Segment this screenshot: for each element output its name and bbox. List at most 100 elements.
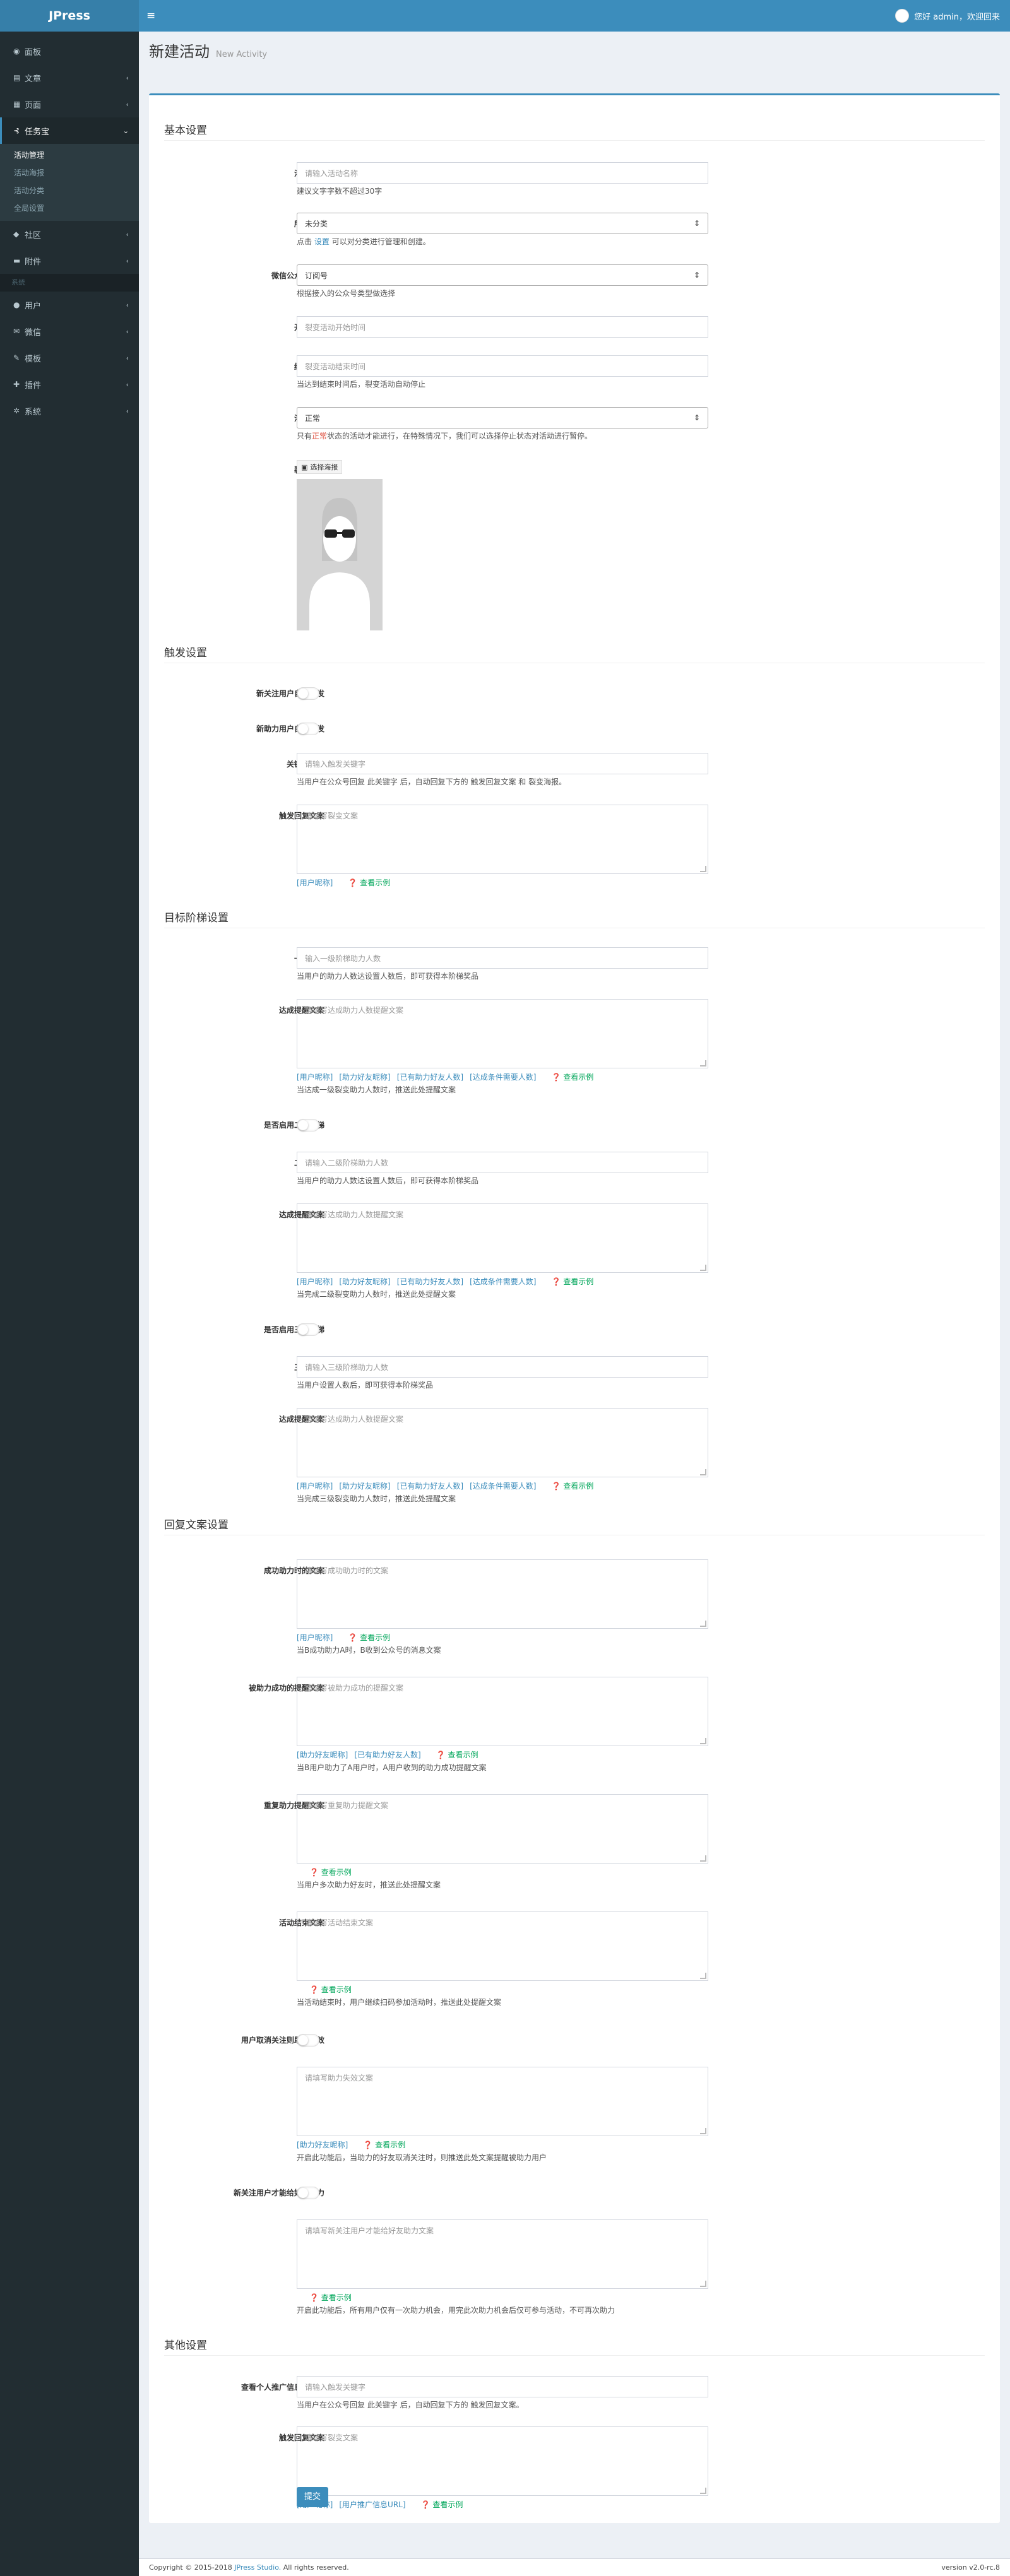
view-example-link[interactable]: ❓ 查看示例 bbox=[309, 1985, 352, 1995]
unfollow-invalid-textarea[interactable]: 请填写助力失效文案 bbox=[297, 2067, 708, 2136]
view-example-link[interactable]: ❓ 查看示例 bbox=[309, 1867, 352, 1877]
enable-level2-toggle[interactable] bbox=[297, 1119, 319, 1131]
view-example-link[interactable]: ❓ 查看示例 bbox=[421, 2500, 463, 2510]
view-example-link[interactable]: ❓ 查看示例 bbox=[436, 1750, 478, 1760]
start-time-input[interactable]: 裂变活动开始时间 bbox=[297, 316, 708, 338]
sidebar-item-wechat[interactable]: ✉ 微信 ‹ bbox=[0, 318, 139, 345]
tag-helper-count[interactable]: [已有助力好友人数] bbox=[354, 1750, 420, 1760]
new-follow-only-toggle[interactable] bbox=[297, 2187, 319, 2199]
view-example-link[interactable]: ❓ 查看示例 bbox=[363, 2140, 405, 2150]
tag-required-count[interactable]: [达成条件需要人数] bbox=[470, 1072, 536, 1082]
tag-helper-count[interactable]: [已有助力好友人数] bbox=[397, 1481, 463, 1491]
unfollow-invalid-toggle[interactable] bbox=[297, 2034, 319, 2047]
plugin-icon: ✚ bbox=[13, 380, 20, 389]
end-time-input[interactable]: 裂变活动结束时间 bbox=[297, 355, 708, 377]
tag-helper-nickname[interactable]: [助力好友昵称] bbox=[339, 1481, 390, 1491]
question-circle-icon: ❓ bbox=[436, 1751, 446, 1759]
chevron-left-icon: ‹ bbox=[126, 300, 129, 309]
tag-helper-nickname[interactable]: [助力好友昵称] bbox=[339, 1072, 390, 1082]
submit-button[interactable]: 提交 bbox=[297, 2487, 328, 2507]
category-settings-link[interactable]: 设置 bbox=[314, 237, 330, 246]
sidebar-subitem-activity-poster[interactable]: 活动海报 bbox=[0, 164, 139, 182]
view-example-text: 查看示例 bbox=[321, 2293, 352, 2302]
tag-user-nickname[interactable]: [用户昵称] bbox=[297, 1633, 333, 1643]
page-icon: ▦ bbox=[13, 100, 21, 109]
sidebar-item-attachment[interactable]: ▬ 附件 ‹ bbox=[0, 247, 139, 274]
view-example-link[interactable]: ❓ 查看示例 bbox=[348, 1633, 390, 1643]
sidebar-item-system[interactable]: ✲ 系统 ‹ bbox=[0, 398, 139, 424]
sidebar-item-article[interactable]: ▤ 文章 ‹ bbox=[0, 64, 139, 91]
tag-helper-nickname[interactable]: [助力好友昵称] bbox=[297, 2140, 348, 2150]
select-arrows-icon: ⇕ bbox=[693, 219, 700, 228]
sidebar-subitem-global-settings[interactable]: 全局设置 bbox=[0, 199, 139, 217]
status-help-highlight: 正常 bbox=[312, 432, 328, 440]
tag-required-count[interactable]: [达成条件需要人数] bbox=[470, 1481, 536, 1491]
view-example-link[interactable]: ❓ 查看示例 bbox=[348, 878, 390, 888]
menu-toggle-icon[interactable]: ≡ bbox=[146, 9, 155, 22]
view-example-link[interactable]: ❓ 查看示例 bbox=[552, 1481, 594, 1491]
sidebar-item-dashboard[interactable]: ◉ 面板 bbox=[0, 38, 139, 64]
sidebar-item-label: 面板 bbox=[25, 47, 42, 57]
tag-promo-url[interactable]: [用户推广信息URL] bbox=[339, 2500, 405, 2510]
category-help-text: 点击 bbox=[297, 237, 312, 246]
sidebar-subitem-activity-manage[interactable]: 活动管理 bbox=[0, 146, 139, 164]
sidebar-subitem-activity-category[interactable]: 活动分类 bbox=[0, 182, 139, 199]
tag-helper-nickname[interactable]: [助力好友昵称] bbox=[297, 1750, 348, 1760]
tag-user-nickname[interactable]: [用户昵称] bbox=[297, 878, 333, 888]
sidebar-item-label: 社区 bbox=[25, 230, 42, 240]
tag-helper-nickname[interactable]: [助力好友昵称] bbox=[339, 1277, 390, 1287]
helped-reply-textarea[interactable]: 请填写被助力成功的提醒文案 bbox=[297, 1677, 708, 1746]
ended-reply-textarea[interactable]: 请填写活动结束文案 bbox=[297, 1911, 708, 1981]
level1-message-textarea[interactable]: 请填写达成助力人数提醒文案 bbox=[297, 999, 708, 1068]
category-select[interactable]: 未分类 ⇕ bbox=[297, 213, 708, 234]
sidebar-item-task[interactable]: ⊰ 任务宝 ⌄ bbox=[0, 117, 139, 144]
account-type-select[interactable]: 订阅号 ⇕ bbox=[297, 264, 708, 286]
tag-helper-count[interactable]: [已有助力好友人数] bbox=[397, 1277, 463, 1287]
new-help-trigger-toggle[interactable] bbox=[297, 723, 319, 735]
sidebar: ◉ 面板 ▤ 文章 ‹ ▦ 页面 ‹ ⊰ 任务宝 ⌄ 活动管理 活动海报 活动分类 全局设置 … bbox=[0, 32, 139, 2576]
sidebar-item-community[interactable]: ◆ 社区 ‹ bbox=[0, 221, 139, 247]
level3-input[interactable]: 请输入三级阶梯助力人数 bbox=[297, 1356, 708, 1378]
view-example-link[interactable]: ❓ 查看示例 bbox=[552, 1277, 594, 1287]
keyword-trigger-input[interactable]: 请输入触发关键字 bbox=[297, 753, 708, 774]
dashboard-icon: ◉ bbox=[13, 47, 20, 56]
trigger-reply-textarea[interactable]: 请填写裂变文案 bbox=[297, 805, 708, 874]
chevron-down-icon: ⌄ bbox=[122, 126, 129, 135]
view-example-link[interactable]: ❓ 查看示例 bbox=[309, 2293, 352, 2303]
new-follow-only-textarea[interactable]: 请填写新关注用户才能给好友助力文案 bbox=[297, 2219, 708, 2289]
level3-message-textarea[interactable]: 请填写达成助力人数提醒文案 bbox=[297, 1408, 708, 1477]
question-circle-icon: ❓ bbox=[363, 2141, 373, 2149]
user-menu[interactable]: 您好 admin，欢迎回来 bbox=[895, 8, 1000, 23]
sidebar-item-page[interactable]: ▦ 页面 ‹ bbox=[0, 91, 139, 117]
tag-user-nickname[interactable]: [用户昵称] bbox=[297, 1277, 333, 1287]
logo[interactable]: JPress bbox=[0, 0, 139, 32]
repeat-reply-textarea[interactable]: 请填写重复助力提醒文案 bbox=[297, 1794, 708, 1864]
activity-name-input[interactable]: 请输入活动名称 bbox=[297, 162, 708, 184]
status-select[interactable]: 正常 ⇕ bbox=[297, 407, 708, 428]
view-example-link[interactable]: ❓ 查看示例 bbox=[552, 1072, 594, 1082]
tag-user-nickname[interactable]: [用户昵称] bbox=[297, 1072, 333, 1082]
tag-required-count[interactable]: [达成条件需要人数] bbox=[470, 1277, 536, 1287]
account-type-help: 根据接入的公众号类型做选择 bbox=[297, 289, 396, 298]
sidebar-item-user[interactable]: ● 用户 ‹ bbox=[0, 292, 139, 318]
view-example-text: 查看示例 bbox=[563, 1482, 594, 1491]
question-circle-icon: ❓ bbox=[551, 1277, 561, 1286]
repeat-reply-help: 当用户多次助力好友时，推送此处提醒文案 bbox=[297, 1881, 441, 1889]
tag-user-nickname[interactable]: [用户昵称] bbox=[297, 1481, 333, 1491]
success-reply-textarea[interactable]: 请填写成功助力时的文案 bbox=[297, 1559, 708, 1629]
promo-reply-textarea[interactable]: 请填写裂变文案 bbox=[297, 2426, 708, 2496]
promo-keyword-input[interactable]: 请输入触发关键字 bbox=[297, 2376, 708, 2397]
tag-helper-count[interactable]: [已有助力好友人数] bbox=[397, 1072, 463, 1082]
footer-studio-link[interactable]: JPress Studio. bbox=[234, 2563, 281, 2572]
choose-poster-button[interactable]: ▣ 选择海报 bbox=[297, 460, 343, 474]
new-follow-trigger-toggle[interactable] bbox=[297, 687, 319, 700]
enable-level3-toggle[interactable] bbox=[297, 1323, 319, 1336]
chevron-left-icon: ‹ bbox=[126, 73, 129, 82]
sidebar-item-template[interactable]: ✎ 模板 ‹ bbox=[0, 345, 139, 371]
level2-message-textarea[interactable]: 请填写达成助力人数提醒文案 bbox=[297, 1203, 708, 1273]
level1-input[interactable]: 输入一级阶梯助力人数 bbox=[297, 947, 708, 969]
level2-input[interactable]: 请输入二级阶梯助力人数 bbox=[297, 1152, 708, 1173]
footer-version: version v2.0-rc.8 bbox=[941, 2563, 1000, 2572]
footer-rights: All rights reserved. bbox=[283, 2563, 349, 2572]
sidebar-item-plugin[interactable]: ✚ 插件 ‹ bbox=[0, 371, 139, 398]
